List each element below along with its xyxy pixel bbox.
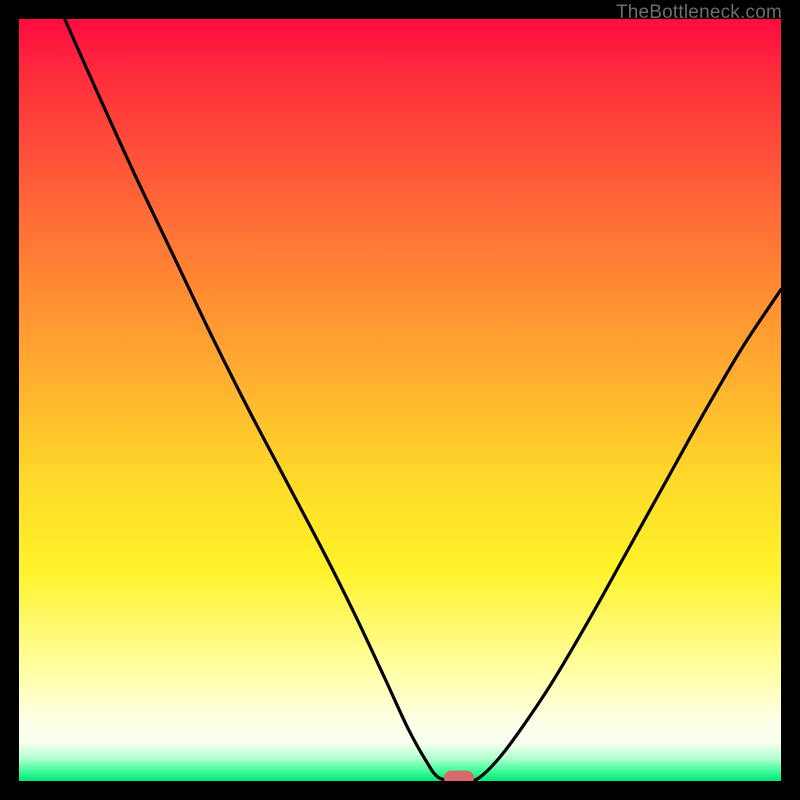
chart-frame: TheBottleneck.com (0, 0, 800, 800)
bottleneck-curve (19, 19, 781, 781)
plot-area (19, 19, 781, 781)
optimal-point-marker (444, 770, 474, 781)
